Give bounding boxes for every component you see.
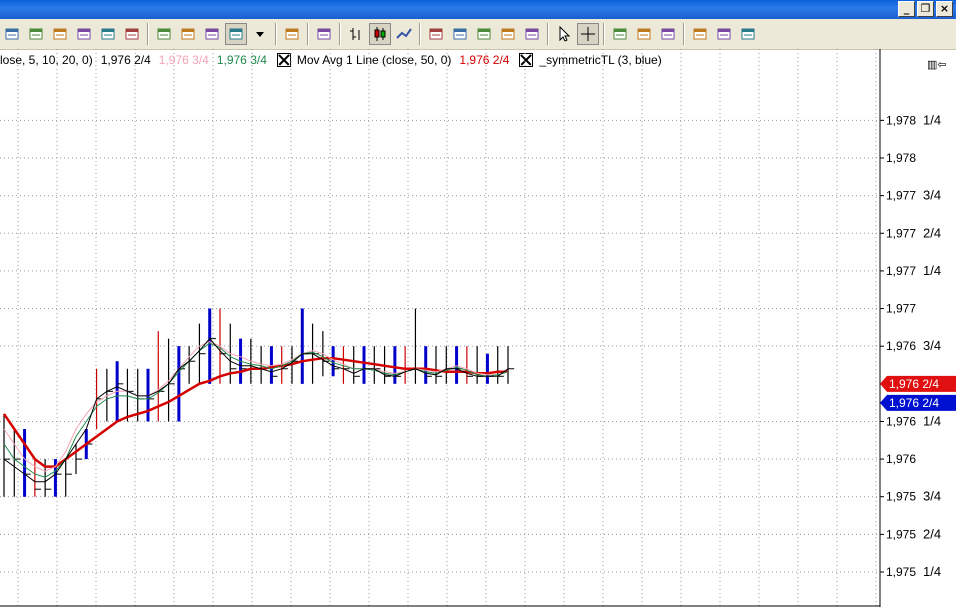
toolbar-separator xyxy=(603,23,605,45)
delete-icon[interactable] xyxy=(633,23,655,45)
ruler-icon[interactable] xyxy=(473,23,495,45)
price-tag-label: 1,976 2/4 xyxy=(889,377,939,391)
tick-up-icon[interactable] xyxy=(425,23,447,45)
toolbar-separator xyxy=(307,23,309,45)
chart-toolbar xyxy=(0,19,956,50)
restore-button[interactable]: ❐ xyxy=(917,1,934,17)
toolbar-separator xyxy=(147,23,149,45)
axis-label: 1,977 xyxy=(886,264,916,278)
strategies-icon[interactable] xyxy=(177,23,199,45)
move-icon[interactable] xyxy=(657,23,679,45)
line-chart-icon[interactable] xyxy=(393,23,415,45)
insert-icon[interactable] xyxy=(609,23,631,45)
axis-label: 1,977 xyxy=(886,226,916,240)
axis-label-fraction: 1/4 xyxy=(923,112,941,127)
axis-label-fraction: 3/4 xyxy=(923,338,941,353)
axis-label: 1,976 xyxy=(886,339,916,353)
alerts-icon[interactable] xyxy=(281,23,303,45)
axis-label-fraction: 1/4 xyxy=(923,413,941,428)
panel-icon[interactable] xyxy=(689,23,711,45)
crosshair-icon[interactable] xyxy=(577,23,599,45)
close-button[interactable]: × xyxy=(936,1,953,17)
moving-average-lines xyxy=(2,337,509,483)
axis-label: 1,975 xyxy=(886,527,916,541)
toolbar-separator xyxy=(339,23,341,45)
axis-label: 1,975 xyxy=(886,565,916,579)
pointer-icon[interactable] xyxy=(553,23,575,45)
ma-line-2 xyxy=(3,341,509,472)
drawing-tools-icon[interactable] xyxy=(201,23,223,45)
zoom-icon[interactable] xyxy=(713,23,735,45)
axis-label: 1,977 xyxy=(886,302,916,316)
axis-label: 1,976 xyxy=(886,452,916,466)
bar-chart-icon[interactable] xyxy=(345,23,367,45)
ma-line-4 xyxy=(3,337,509,483)
print-icon[interactable] xyxy=(97,23,119,45)
price-tag-label: 1,976 2/4 xyxy=(889,396,939,410)
axis-label: 1,977 xyxy=(886,189,916,203)
ma-line-3 xyxy=(3,342,509,478)
color-icon[interactable] xyxy=(225,23,247,45)
axis-label-fraction: 2/4 xyxy=(923,526,941,541)
window-title-bar: _ ❐ × xyxy=(0,0,956,19)
price-tags: 1,976 2/4 1,976 2/4 xyxy=(880,375,956,411)
clipboard-icon[interactable] xyxy=(121,23,143,45)
axis-label: 1,978 xyxy=(886,113,916,127)
axis-label: 1,978 xyxy=(886,151,916,165)
box-icon[interactable] xyxy=(521,23,543,45)
dropdown-arrow-icon[interactable] xyxy=(249,23,271,45)
swing-icon[interactable] xyxy=(449,23,471,45)
price-bars xyxy=(3,308,515,497)
toolbar-separator xyxy=(547,23,549,45)
toolbar-separator xyxy=(275,23,277,45)
indicators-icon[interactable] xyxy=(153,23,175,45)
axis-label: 1,976 xyxy=(886,414,916,428)
minimize-button[interactable]: _ xyxy=(898,1,915,17)
price-axis: 1,978 1/4 1,978 1,977 3/4 1,977 2/4 1,977 1/4 1,9… xyxy=(880,112,941,579)
axis-label-fraction: 1/4 xyxy=(923,564,941,579)
candlestick-icon[interactable] xyxy=(369,23,391,45)
axis-label-fraction: 3/4 xyxy=(923,188,941,203)
last-price-tag: 1,976 2/4 xyxy=(880,394,956,411)
data-series-icon[interactable] xyxy=(1,23,23,45)
settings-icon[interactable] xyxy=(737,23,759,45)
last-price-tag: 1,976 2/4 xyxy=(880,375,956,392)
chart-grid xyxy=(0,49,881,607)
price-chart[interactable]: 1,978 1/4 1,978 1,977 3/4 1,977 2/4 1,977 1/4 1,9… xyxy=(0,49,956,607)
open-chart-icon[interactable] xyxy=(25,23,47,45)
chart-window-icon[interactable] xyxy=(313,23,335,45)
circle-icon[interactable] xyxy=(497,23,519,45)
axis-label: 1,975 xyxy=(886,490,916,504)
properties-icon[interactable] xyxy=(73,23,95,45)
save-template-icon[interactable] xyxy=(49,23,71,45)
toolbar-separator xyxy=(683,23,685,45)
axis-label-fraction: 3/4 xyxy=(923,489,941,504)
toolbar-separator xyxy=(419,23,421,45)
axis-label-fraction: 2/4 xyxy=(923,225,941,240)
axis-label-fraction: 1/4 xyxy=(923,263,941,278)
